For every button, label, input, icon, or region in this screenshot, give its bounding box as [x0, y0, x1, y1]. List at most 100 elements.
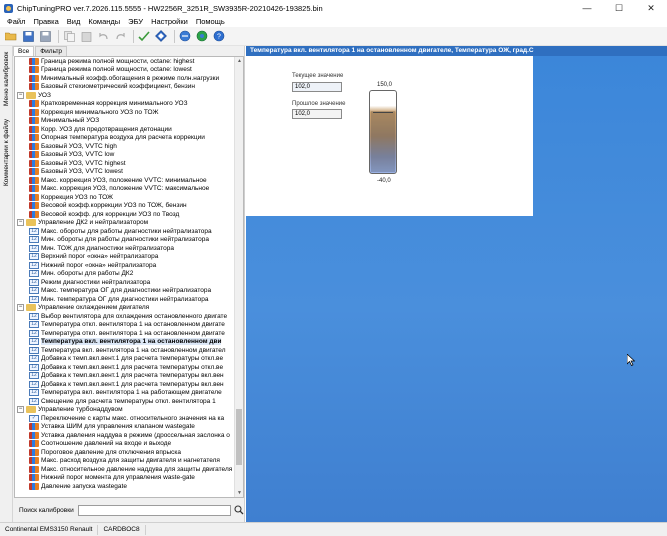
menu-commands[interactable]: Команды: [84, 17, 124, 26]
current-value-field[interactable]: 102,0: [292, 82, 342, 92]
menu-settings[interactable]: Настройки: [147, 17, 192, 26]
scroll-up-arrow-icon[interactable]: ▲: [235, 57, 243, 65]
tree-item[interactable]: 12 Макс. температура ОГ для диагностики н…: [15, 287, 235, 296]
tree-item[interactable]: 12 Добавка к темп.вкл.вент.1 для расчета …: [15, 363, 235, 372]
tree-item[interactable]: 12 Температура вкл. вентилятора 1 на оста…: [15, 338, 235, 347]
file-comments-tab[interactable]: Комментарии к файлу: [1, 112, 12, 192]
open-folder-icon[interactable]: [4, 29, 18, 43]
tree-item[interactable]: 12 Мин. температура ОГ для диагностики не…: [15, 295, 235, 304]
tree-item[interactable]: Базовый УОЗ, VVTC high: [15, 142, 235, 151]
gauge-min-label: -40,0: [377, 178, 391, 184]
tree-item[interactable]: Опорная температура воздуха для расчета …: [15, 134, 235, 143]
collapse-toggle-icon[interactable]: −: [17, 219, 24, 227]
tree-item[interactable]: 12 Температура откл. вентилятора 1 на ост…: [15, 329, 235, 338]
tree-item[interactable]: Минимальный УОЗ: [15, 117, 235, 126]
tree-item[interactable]: Давление запуска wastegate: [15, 482, 235, 491]
connect-icon[interactable]: [178, 29, 192, 43]
tree-item[interactable]: Базовый УОЗ, VVTC low: [15, 151, 235, 160]
tree-item[interactable]: Коррекция минимального УОЗ по ТОЖ: [15, 108, 235, 117]
maximize-button[interactable]: ☐: [603, 0, 635, 16]
tree-item[interactable]: Макс. коррекция УОЗ, положение VVTC: мак…: [15, 185, 235, 194]
tree-item[interactable]: Уставка ШИМ для управления клапаном wast…: [15, 423, 235, 432]
menu-ecu[interactable]: ЭБУ: [124, 17, 147, 26]
tree-item[interactable]: Базовый УОЗ, VVTC highest: [15, 159, 235, 168]
map-icon: [29, 74, 39, 82]
menu-view[interactable]: Вид: [63, 17, 85, 26]
tree-item[interactable]: Базовый стехиометрический коэффициент, б…: [15, 83, 235, 92]
help-icon[interactable]: ?: [212, 29, 226, 43]
tree-item[interactable]: 12 Смещение для расчета температуры откл.…: [15, 397, 235, 406]
minimize-button[interactable]: —: [571, 0, 603, 16]
tree-item[interactable]: Пороговое давление для отключения впрыск…: [15, 448, 235, 457]
tree-item[interactable]: 12 Мин. обороты для работы диагностики не…: [15, 236, 235, 245]
save-as-icon[interactable]: [38, 29, 52, 43]
tree-item[interactable]: 12 Мин. обороты для работы ДК2: [15, 270, 235, 279]
tree-item[interactable]: 12 Добавка к темп.вкл.вент.1 для расчета …: [15, 380, 235, 389]
tree-item-label: Нижний порог «окна» нейтрализатора: [41, 261, 157, 269]
status-bar: Continental EMS3150 Renault CARDBOC8: [0, 522, 667, 536]
calibration-title: Температура вкл. вентилятора 1 на остано…: [246, 46, 667, 56]
tree-item[interactable]: Граница режима полной мощности, octane: …: [15, 57, 235, 66]
tree-item[interactable]: Соотношение давлений на входе и выходе: [15, 440, 235, 449]
tree-item[interactable]: Весовой коэфф.коррекции УОЗ по ТОЖ, бенз…: [15, 202, 235, 211]
tree-item[interactable]: 12 Режим диагностики нейтрализатора: [15, 278, 235, 287]
undo-icon[interactable]: [96, 29, 110, 43]
redo-icon[interactable]: [113, 29, 127, 43]
calibration-tree-panel: Все Фильтр Граница режима полной мощност…: [13, 46, 245, 522]
tree-item[interactable]: 12 Добавка к темп.вкл.вент.1 для расчета …: [15, 372, 235, 381]
tree-item-label: УОЗ: [38, 91, 51, 99]
tree-item[interactable]: 12 Добавка к темп.вкл.вент.1 для расчета …: [15, 355, 235, 364]
value-icon: 12: [29, 278, 39, 286]
collapse-toggle-icon[interactable]: −: [17, 91, 24, 99]
tree-item-label: Кратковременная коррекция минимального У…: [41, 100, 188, 108]
tree-item[interactable]: 12 Мин. ТОЖ для диагностики нейтрализатор…: [15, 244, 235, 253]
tree-item[interactable]: 12 Температура вкл. вентилятора 1 на рабо…: [15, 389, 235, 398]
copy-icon[interactable]: [62, 29, 76, 43]
tree-item[interactable]: Базовый УОЗ, VVTC lowest: [15, 168, 235, 177]
search-icon[interactable]: [233, 504, 245, 516]
collapse-toggle-icon[interactable]: −: [17, 406, 24, 414]
tree-item[interactable]: 12 Температура вкл. вентилятора 1 на оста…: [15, 346, 235, 355]
value-gauge[interactable]: [369, 90, 397, 174]
tree-item[interactable]: 12 Выбор вентилятора для охлаждения остан…: [15, 312, 235, 321]
tree-item[interactable]: Макс. коррекция УОЗ, положение VVTC: мин…: [15, 176, 235, 185]
tree-scrollbar[interactable]: ▲ ▼: [234, 57, 243, 497]
checksum-icon[interactable]: [137, 29, 151, 43]
close-button[interactable]: ✕: [635, 0, 667, 16]
tree-item[interactable]: Нижний порог момента для управления wast…: [15, 474, 235, 483]
navigate-icon[interactable]: [154, 29, 168, 43]
tree-item[interactable]: Коррекция УОЗ по ТОЖ: [15, 193, 235, 202]
tree-item[interactable]: 12 Макс. обороты для работы диагностики н…: [15, 227, 235, 236]
tree-item[interactable]: Уставка давления наддува в режиме (дросс…: [15, 431, 235, 440]
tree-folder[interactable]: − Управление охлаждением двигателя: [15, 304, 235, 313]
tree-item[interactable]: 12 Температура откл. вентилятора 1 на ост…: [15, 321, 235, 330]
scroll-down-arrow-icon[interactable]: ▼: [235, 489, 243, 497]
tree-item[interactable]: 12 Верхний порог «окна» нейтрализатора: [15, 253, 235, 262]
menu-edit[interactable]: Правка: [29, 17, 62, 26]
menu-help[interactable]: Помощь: [192, 17, 229, 26]
tree-item[interactable]: Макс. расход воздуха для защиты двигател…: [15, 457, 235, 466]
save-icon[interactable]: [21, 29, 35, 43]
calibration-menu-tab[interactable]: Меню калибровок: [1, 50, 12, 108]
collapse-toggle-icon[interactable]: −: [17, 304, 24, 312]
tree-item[interactable]: Граница режима полной мощности, octane: …: [15, 66, 235, 75]
tree-folder[interactable]: − Управление турбонаддувом: [15, 406, 235, 415]
tree-item[interactable]: Корр. УОЗ для предотвращения детонации: [15, 125, 235, 134]
tree-item[interactable]: ✓ Переключение с карты макс. относительно…: [15, 414, 235, 423]
world-icon[interactable]: [195, 29, 209, 43]
menu-file[interactable]: Файл: [3, 17, 29, 26]
tree-item[interactable]: Макс. относительное давление наддува для…: [15, 465, 235, 474]
tree-item[interactable]: Кратковременная коррекция минимального У…: [15, 100, 235, 109]
tree-folder[interactable]: − УОЗ: [15, 91, 235, 100]
scroll-thumb[interactable]: [236, 409, 242, 465]
map-icon: [29, 440, 39, 448]
tree-folder[interactable]: − Управление ДК2 и нейтрализатором: [15, 219, 235, 228]
tree-item[interactable]: Минимальный коэфф.обогащения в режиме по…: [15, 74, 235, 83]
tree-list: Граница режима полной мощности, octane: …: [15, 57, 235, 491]
paste-icon[interactable]: [79, 29, 93, 43]
search-input[interactable]: [77, 504, 232, 516]
tab-filter[interactable]: Фильтр: [35, 46, 68, 56]
tree-item[interactable]: 12 Нижний порог «окна» нейтрализатора: [15, 261, 235, 270]
tree-item[interactable]: Весовой коэфф. для коррекции УОЗ по Твоз…: [15, 210, 235, 219]
tab-all[interactable]: Все: [13, 46, 35, 56]
